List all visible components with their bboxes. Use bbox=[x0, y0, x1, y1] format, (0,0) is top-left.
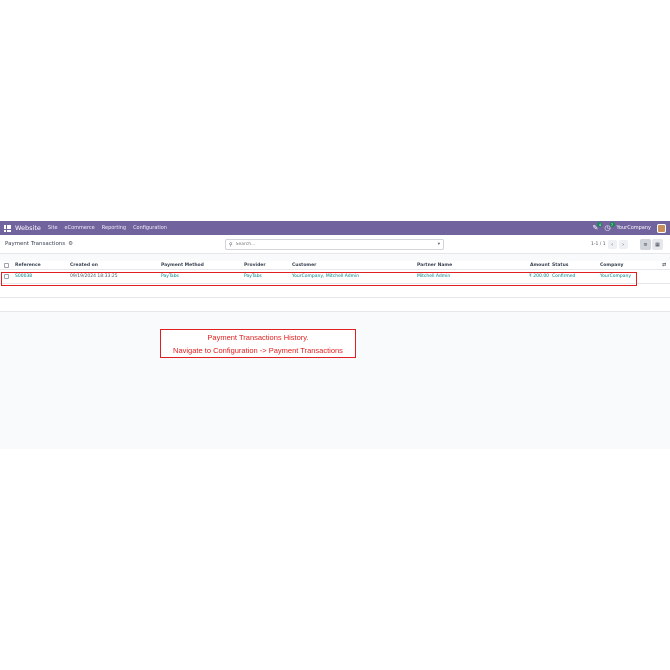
kanban-view-icon[interactable]: ▦ bbox=[652, 239, 663, 250]
search-bar: ⚲ ▾ bbox=[225, 239, 444, 250]
pager-next-button[interactable]: › bbox=[618, 240, 628, 249]
sliders-icon[interactable]: ⇄ bbox=[662, 261, 666, 269]
list-view-icon[interactable]: ≡ bbox=[640, 239, 651, 250]
col-payment-method[interactable]: Payment Method bbox=[161, 261, 204, 269]
annotation-line-1: Payment Transactions History. bbox=[207, 333, 309, 342]
col-customer[interactable]: Customer bbox=[292, 261, 316, 269]
app-brand[interactable]: Website bbox=[15, 224, 41, 232]
apps-grid-icon[interactable] bbox=[4, 224, 11, 232]
activity-badge: 7 bbox=[609, 222, 615, 227]
annotation-line-2: Navigate to Configuration -> Payment Tra… bbox=[173, 346, 343, 355]
gear-icon[interactable]: ⚙ bbox=[68, 241, 73, 247]
menu-configuration[interactable]: Configuration bbox=[133, 225, 167, 231]
transactions-table: Reference Created on Payment Method Prov… bbox=[0, 261, 670, 312]
clock-icon[interactable]: ◷ 7 bbox=[604, 222, 615, 232]
top-navbar: Website Site eCommerce Reporting Configu… bbox=[0, 221, 670, 235]
search-input[interactable] bbox=[235, 240, 438, 249]
col-status[interactable]: Status bbox=[552, 261, 568, 269]
highlight-frame bbox=[1, 272, 637, 286]
pager-previous-button[interactable]: ‹ bbox=[607, 240, 617, 249]
navbar-systray: ✎ 4 ◷ 7 YourCompany bbox=[593, 222, 666, 233]
menu-ecommerce[interactable]: eCommerce bbox=[65, 225, 95, 231]
empty-row bbox=[0, 284, 670, 298]
col-reference[interactable]: Reference bbox=[15, 261, 41, 269]
chevron-down-icon[interactable]: ▾ bbox=[438, 242, 440, 247]
chat-icon[interactable]: ✎ 4 bbox=[593, 222, 603, 232]
company-switcher[interactable]: YourCompany bbox=[617, 225, 651, 231]
col-provider[interactable]: Provider bbox=[244, 261, 266, 269]
select-all-checkbox[interactable] bbox=[4, 261, 9, 269]
col-created-on[interactable]: Created on bbox=[70, 261, 98, 269]
col-amount[interactable]: Amount bbox=[530, 261, 550, 269]
search-icon[interactable]: ⚲ bbox=[229, 242, 233, 248]
chat-badge: 4 bbox=[597, 222, 603, 227]
avatar[interactable] bbox=[657, 223, 666, 233]
control-panel: Payment Transactions ⚙ ⚲ ▾ 1-1 / 1 ‹ › ≡… bbox=[0, 235, 670, 254]
pager-value[interactable]: 1-1 / 1 bbox=[591, 242, 606, 247]
page-title: Payment Transactions bbox=[5, 241, 66, 247]
table-header: Reference Created on Payment Method Prov… bbox=[0, 261, 670, 270]
col-partner-name[interactable]: Partner Name bbox=[417, 261, 452, 269]
col-company[interactable]: Company bbox=[600, 261, 623, 269]
annotation-callout: Payment Transactions History. Navigate t… bbox=[160, 329, 356, 358]
pager: 1-1 / 1 ‹ › bbox=[591, 240, 628, 249]
empty-row bbox=[0, 298, 670, 312]
menu-site[interactable]: Site bbox=[48, 225, 58, 231]
view-switcher: ≡ ▦ bbox=[640, 239, 663, 250]
menu-reporting[interactable]: Reporting bbox=[102, 225, 126, 231]
